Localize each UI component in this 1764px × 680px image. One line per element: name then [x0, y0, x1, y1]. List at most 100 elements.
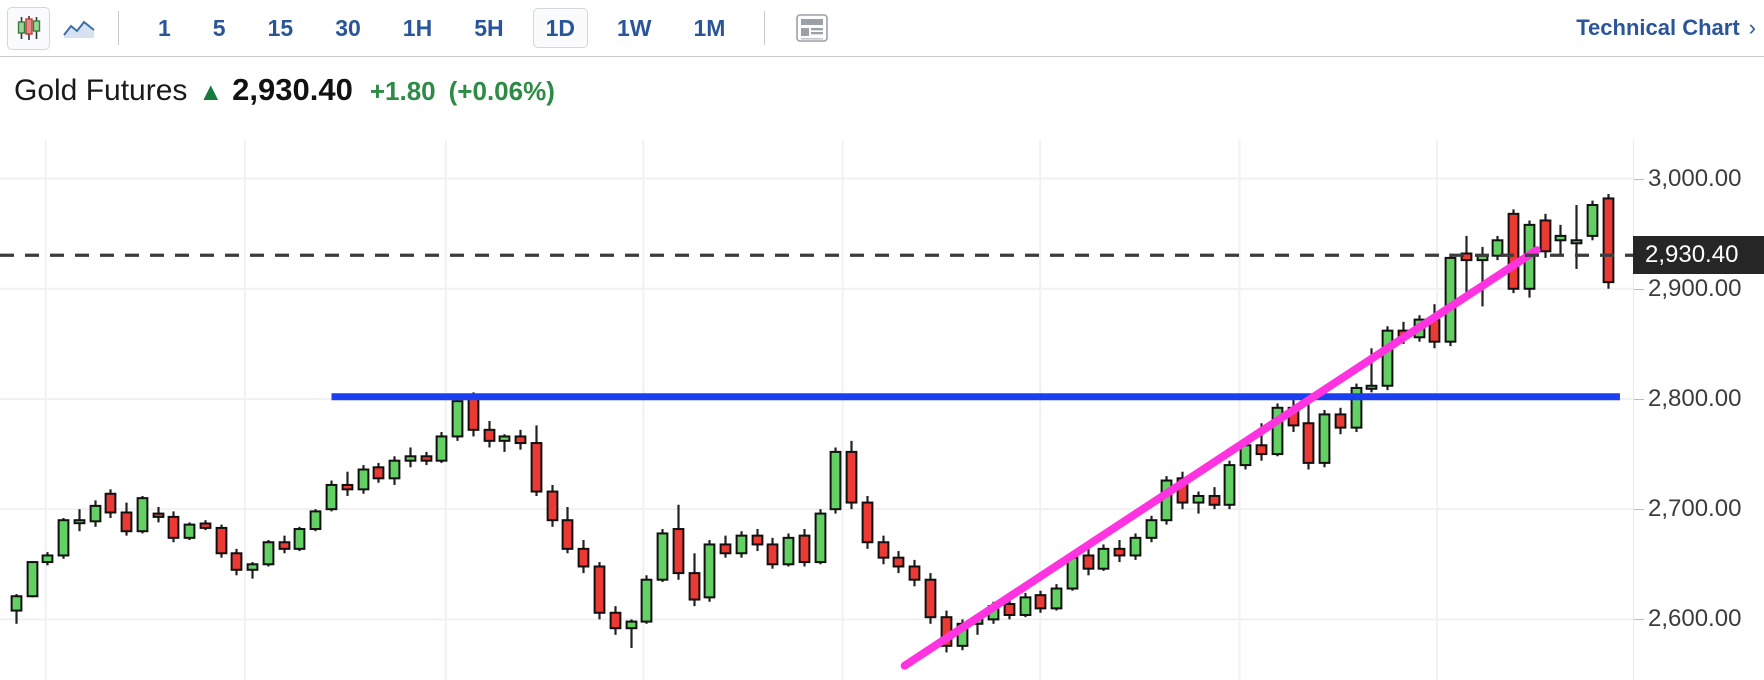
price-change: +1.80: [369, 76, 436, 106]
candlestick: [341, 471, 354, 496]
candlestick: [609, 606, 622, 635]
timeframe-1h[interactable]: 1H: [390, 8, 445, 48]
chart-toolbar: 1 5 15 30 1H 5H 1D 1W 1M Technical Chart…: [0, 0, 1764, 57]
candlestick: [483, 421, 496, 448]
candlestick: [546, 484, 559, 527]
candlestick: [404, 447, 417, 468]
timeframe-1w[interactable]: 1W: [604, 8, 665, 48]
timeframe-1m[interactable]: 1M: [681, 8, 739, 48]
y-axis-label: 2,800.00: [1648, 384, 1742, 412]
toolbar-divider-2: [764, 11, 766, 45]
candlestick: [688, 553, 701, 607]
candlestick: [908, 559, 921, 587]
y-axis-label: 3,000.00: [1648, 164, 1742, 192]
candlestick: [230, 548, 243, 576]
candlestick: [577, 540, 590, 574]
candlestick: [1507, 209, 1520, 294]
timeframe-1d[interactable]: 1D: [532, 8, 588, 48]
technical-chart-link[interactable]: Technical Chart: [1576, 15, 1739, 41]
candlestick: [877, 535, 890, 565]
candlestick: [561, 506, 574, 554]
y-tick-mark: [1634, 619, 1644, 621]
candlestick: [293, 526, 306, 552]
layout-panel-icon[interactable]: [790, 7, 833, 50]
candlestick: [41, 552, 54, 566]
candlestick: [1271, 403, 1284, 457]
timeframe-1[interactable]: 1: [145, 8, 184, 48]
candlestick: [1350, 383, 1363, 433]
candlestick: [120, 502, 133, 536]
y-axis-label: 2,700.00: [1648, 495, 1742, 523]
price-chart[interactable]: 3,000.00 2,900.00 2,800.00 2,700.00 2,600.00…: [0, 140, 1764, 680]
price-change-pct: (+0.06%): [448, 76, 555, 106]
candlestick: [57, 518, 70, 559]
uptrend-line[interactable]: [900, 246, 1541, 670]
candlestick: [703, 540, 716, 602]
candlestick: [167, 511, 180, 543]
candlestick: [451, 398, 464, 441]
candlestick: [26, 560, 39, 598]
candlestick: [1444, 253, 1457, 347]
chart-plot-area[interactable]: [0, 140, 1633, 680]
chevron-right-icon[interactable]: ›: [1749, 15, 1756, 41]
candlestick: [735, 531, 748, 558]
candlestick: [420, 451, 433, 466]
y-tick-mark: [1634, 398, 1644, 400]
timeframe-5[interactable]: 5: [200, 8, 239, 48]
candlestick: [656, 529, 669, 582]
candlestick: [183, 522, 196, 541]
candlestick: [530, 425, 543, 496]
candlestick: [1019, 592, 1032, 618]
candlestick: [924, 573, 937, 624]
candlestick: [1586, 200, 1599, 241]
candlestick: [1034, 590, 1047, 613]
candlestick: [1460, 235, 1473, 294]
candlestick: [640, 575, 653, 624]
timeframe-5h[interactable]: 5H: [461, 8, 516, 48]
candlestick: [1097, 544, 1110, 571]
y-axis-label: 2,600.00: [1648, 605, 1742, 633]
candlestick: [325, 480, 338, 512]
candlestick: [1113, 540, 1126, 563]
candlestick: [73, 509, 86, 532]
candlestick: [498, 434, 511, 452]
candlestick: [593, 562, 606, 620]
candlestick-chart-icon[interactable]: [7, 6, 50, 50]
candlestick: [1208, 487, 1221, 510]
candlestick: [1334, 407, 1347, 435]
last-price: 2,930.40: [232, 72, 353, 107]
candlestick: [625, 619, 638, 649]
y-tick-mark: [1634, 288, 1644, 290]
candlestick: [357, 465, 370, 494]
y-axis-label: 2,900.00: [1648, 274, 1742, 302]
candlestick: [1381, 326, 1394, 391]
candlestick: [246, 562, 259, 579]
candlestick: [1318, 410, 1331, 468]
candlestick: [719, 535, 732, 558]
candlestick: [435, 432, 448, 463]
last-price-badge: 2,930.40: [1633, 236, 1764, 275]
candlestick: [372, 462, 385, 483]
price-axis[interactable]: 3,000.00 2,900.00 2,800.00 2,700.00 2,600.00…: [1633, 140, 1764, 680]
candlestick: [1145, 515, 1158, 543]
candlestick: [262, 540, 275, 567]
technical-chart-page: 1 5 15 30 1H 5H 1D 1W 1M Technical Chart…: [0, 0, 1764, 680]
candlestick: [672, 504, 685, 580]
candlestick: [1602, 194, 1615, 289]
candlestick: [829, 447, 842, 514]
timeframe-15[interactable]: 15: [255, 8, 307, 48]
candlestick: [388, 456, 401, 485]
candlestick: [766, 537, 779, 569]
toolbar-right-group: Technical Chart ›: [1576, 15, 1764, 41]
candlestick: [1554, 224, 1567, 256]
candlestick: [1570, 205, 1583, 269]
candlestick: [278, 535, 291, 554]
candlestick: [1050, 584, 1063, 611]
candlestick: [798, 529, 811, 567]
timeframe-30[interactable]: 30: [322, 8, 374, 48]
line-area-chart-icon[interactable]: [57, 7, 100, 50]
toolbar-left-group: 1 5 15 30 1H 5H 1D 1W 1M: [0, 0, 833, 56]
candlestick: [1129, 533, 1142, 560]
candlestick-series: [0, 140, 1633, 680]
candlestick: [514, 429, 527, 450]
